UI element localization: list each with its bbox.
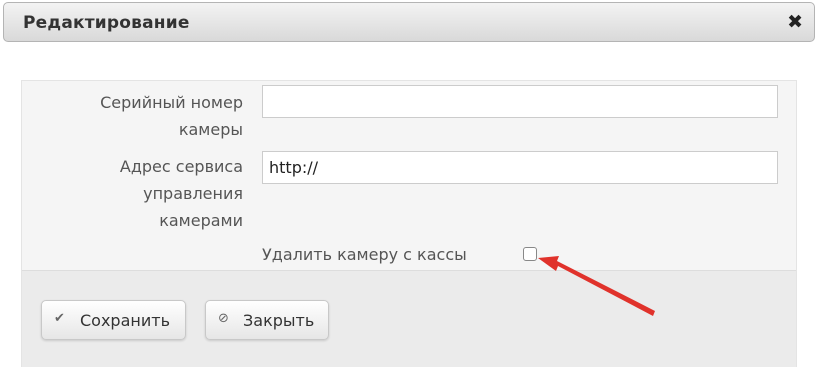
- serial-number-label-line1: Серийный номер: [100, 93, 243, 112]
- serial-number-label-line2: камеры: [178, 120, 243, 139]
- form-panel: Серийный номер камеры Адрес сервиса упра…: [21, 80, 797, 367]
- service-address-label-line2: управления: [143, 184, 243, 203]
- service-address-label: Адрес сервиса управления камерами: [120, 153, 243, 234]
- remove-camera-label: Удалить камеру с кассы: [262, 245, 467, 264]
- service-address-input[interactable]: [262, 151, 778, 184]
- close-icon[interactable]: ✖: [787, 11, 803, 33]
- service-address-label-line3: камерами: [159, 211, 243, 230]
- check-icon: ✔: [54, 311, 65, 326]
- close-button-label: Закрыть: [243, 311, 315, 330]
- close-button[interactable]: ⊘ Закрыть: [205, 300, 329, 340]
- dialog-title: Редактирование: [23, 13, 190, 33]
- form-footer: ✔ Сохранить ⊘ Закрыть: [22, 270, 796, 367]
- serial-number-label: Серийный номер камеры: [100, 89, 243, 143]
- ban-icon: ⊘: [218, 311, 229, 326]
- serial-number-input[interactable]: [262, 85, 778, 118]
- dialog-titlebar: Редактирование ✖: [3, 2, 815, 42]
- service-address-label-line1: Адрес сервиса: [119, 157, 243, 176]
- edit-dialog: Редактирование ✖ Серийный номер камеры А…: [0, 0, 819, 382]
- remove-camera-checkbox[interactable]: [523, 247, 537, 261]
- save-button-label: Сохранить: [80, 311, 170, 330]
- save-button[interactable]: ✔ Сохранить: [41, 300, 186, 340]
